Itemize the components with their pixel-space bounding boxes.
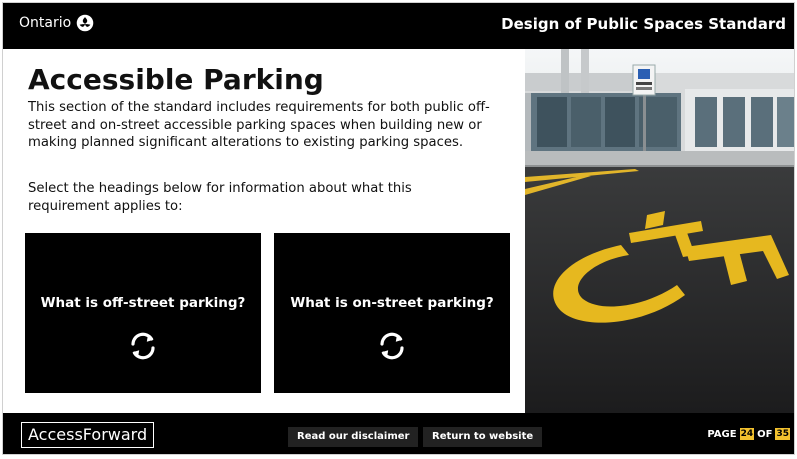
page-title: Accessible Parking xyxy=(28,63,324,96)
off-street-parking-card[interactable]: What is off-street parking? xyxy=(25,233,261,393)
page-prefix: PAGE xyxy=(707,428,737,440)
flip-icon xyxy=(131,332,155,360)
intro-text: This section of the standard includes re… xyxy=(28,100,490,150)
accessforward-logo[interactable]: AccessForward xyxy=(21,422,155,448)
flip-icon xyxy=(380,332,404,360)
instruction-text: Select the headings below for informatio… xyxy=(28,181,412,214)
card-label: What is on-street parking? xyxy=(290,295,494,311)
page-of: OF xyxy=(757,428,773,440)
total-page-number: 35 xyxy=(775,428,790,440)
footer-bar: AccessForward Read our disclaimer Return… xyxy=(3,413,794,454)
trillium-icon xyxy=(76,14,94,32)
slide-frame: Ontario Design of Public Spaces Standard… xyxy=(2,2,795,455)
parking-lot-image xyxy=(525,49,794,413)
header-bar: Ontario Design of Public Spaces Standard xyxy=(3,3,794,49)
current-page-number: 24 xyxy=(739,428,755,440)
card-label: What is off-street parking? xyxy=(40,295,246,311)
page-indicator: PAGE 24 OF 35 xyxy=(707,428,790,440)
accessible-parking-photo xyxy=(525,49,794,413)
logo-text: Ontario xyxy=(19,15,72,31)
read-disclaimer-button[interactable]: Read our disclaimer xyxy=(288,427,419,447)
main-content: Accessible Parking This section of the s… xyxy=(3,49,525,413)
on-street-parking-card[interactable]: What is on-street parking? xyxy=(274,233,510,393)
course-title: Design of Public Spaces Standard xyxy=(501,15,786,33)
return-to-website-button[interactable]: Return to website xyxy=(423,427,543,447)
ontario-logo: Ontario xyxy=(19,14,94,32)
